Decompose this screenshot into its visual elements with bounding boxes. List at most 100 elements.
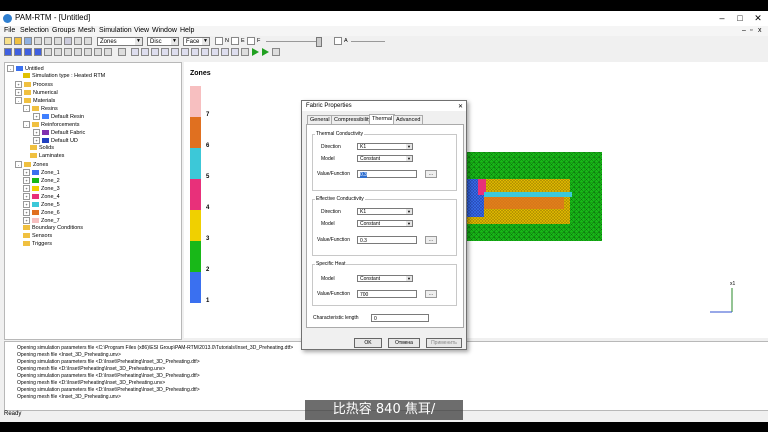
tree-materials[interactable]: - Materials [15,97,55,105]
tab-thermal[interactable]: Thermal [369,114,396,124]
tree-zone-item[interactable]: + Zone_3 [23,185,60,193]
tc-value-input[interactable]: 0.3 [357,170,417,178]
mdi-close-button[interactable]: x [758,26,762,36]
display-mode-select[interactable]: Disc ▼ [147,37,179,46]
print-icon[interactable] [64,37,72,45]
view-iso-5-icon[interactable] [231,48,239,56]
axis-checkbox[interactable] [334,37,342,45]
elements-checkbox[interactable] [231,37,239,45]
view-iso-icon[interactable] [191,48,199,56]
menu-help[interactable]: Help [180,26,194,36]
pick-icon[interactable] [44,48,52,56]
ec-value-input[interactable]: 0.3 [357,236,417,244]
tc-model-select[interactable]: Constant ▼ [357,155,413,162]
apply-button[interactable]: Применить [426,338,462,348]
menu-mesh[interactable]: Mesh [78,26,95,36]
sh-function-button[interactable]: ... [425,290,437,298]
run-icon[interactable] [252,48,259,56]
zoom-box-icon[interactable] [64,48,72,56]
tree-resins[interactable]: - Resins [23,105,58,113]
faces-checkbox[interactable] [247,37,255,45]
tab-general[interactable]: General [307,115,333,124]
new-file-icon[interactable] [4,37,12,45]
nodes-checkbox[interactable] [215,37,223,45]
tree-default-fabric[interactable]: + Default Fabric [33,129,85,137]
pan-icon[interactable] [84,48,92,56]
tree-default-resin[interactable]: + Default Resin [33,113,84,121]
tree-simulation-type[interactable]: Simulation type : Heated RTM [23,73,105,80]
paste-icon[interactable] [54,37,62,45]
tree-default-ud[interactable]: + Default UD [33,137,78,145]
view-left-icon[interactable] [151,48,159,56]
tree-solids[interactable]: Solids [30,145,54,152]
ok-button[interactable]: OK [354,338,382,348]
tree-laminates[interactable]: Laminates [30,153,64,160]
tree-zone-item[interactable]: + Zone_7 [23,217,60,225]
tc-direction-select[interactable]: K1 ▼ [357,143,413,150]
tree-triggers[interactable]: Triggers [23,241,52,248]
tree-zone-item[interactable]: + Zone_4 [23,193,60,201]
menu-selection[interactable]: Selection [20,26,49,36]
ec-direction-select[interactable]: K1 ▼ [357,208,413,215]
save-icon[interactable] [24,37,32,45]
remove-icon[interactable] [14,48,22,56]
tree-zone-item[interactable]: + Zone_6 [23,209,60,217]
copy-icon[interactable] [44,37,52,45]
tree-root[interactable]: - Untitled [7,65,44,73]
tree-zone-item[interactable]: + Zone_5 [23,201,60,209]
menu-groups[interactable]: Groups [52,26,75,36]
mdi-restore-button[interactable]: ▫ [750,26,752,36]
tc-function-button[interactable]: ... [425,170,437,178]
slider-track-2[interactable] [351,41,385,42]
cancel-button[interactable]: Отмена [388,338,420,348]
tree-zone-item[interactable]: + Zone_1 [23,169,60,177]
view-front-icon[interactable] [131,48,139,56]
entity-type-select[interactable]: Zones ▼ [97,37,143,46]
run-next-icon[interactable] [262,48,269,56]
view-back-icon[interactable] [141,48,149,56]
tree-reinforcements[interactable]: - Reinforcements [23,121,80,129]
help-icon[interactable] [74,37,82,45]
snapshot-icon[interactable] [241,48,249,56]
tree-boundary-conditions[interactable]: Boundary Conditions [23,225,83,232]
maximize-button[interactable]: □ [730,11,750,26]
tree-process[interactable]: + Process [15,81,53,89]
menu-view[interactable]: View [134,26,149,36]
view-top-icon[interactable] [171,48,179,56]
close-button[interactable]: ✕ [748,11,768,26]
view-iso-2-icon[interactable] [201,48,209,56]
view-iso-3-icon[interactable] [211,48,219,56]
sh-model-select[interactable]: Constant ▼ [357,275,413,282]
ec-model-select[interactable]: Constant ▼ [357,220,413,227]
tree-numerical[interactable]: + Numerical [15,89,58,97]
select-icon[interactable] [24,48,32,56]
add-icon[interactable] [4,48,12,56]
menu-file[interactable]: File [4,26,15,36]
render-mode-select[interactable]: Face ▼ [183,37,210,46]
sh-value-input[interactable]: 700 [357,290,417,298]
menu-simulation[interactable]: Simulation [99,26,132,36]
slider-handle[interactable] [316,37,322,47]
tab-advanced[interactable]: Advanced [393,115,424,124]
3d-viewport[interactable]: Zones 7 6 5 4 3 2 1 x1 [184,62,768,338]
deselect-icon[interactable] [34,48,42,56]
magnifier-icon[interactable] [54,48,62,56]
measure-icon[interactable] [118,48,126,56]
slider-track[interactable] [266,41,322,42]
char-length-input[interactable]: 0 [371,314,429,322]
dialog-close-icon[interactable]: ✕ [458,102,463,112]
tab-compressibility[interactable]: Compressibility [331,115,375,124]
rotate-icon[interactable] [74,48,82,56]
view-iso-4-icon[interactable] [221,48,229,56]
menu-window[interactable]: Window [152,26,177,36]
view-bottom-icon[interactable] [181,48,189,56]
tree-zone-item[interactable]: + Zone_2 [23,177,60,185]
open-folder-icon[interactable] [14,37,22,45]
pointer-icon[interactable] [84,37,92,45]
tree-sensors[interactable]: Sensors [23,233,52,240]
mdi-minimize-button[interactable]: – [742,26,746,36]
tree-zones[interactable]: - Zones [15,161,48,169]
view-right-icon[interactable] [161,48,169,56]
fit-view-icon[interactable] [104,48,112,56]
ec-function-button[interactable]: ... [425,236,437,244]
